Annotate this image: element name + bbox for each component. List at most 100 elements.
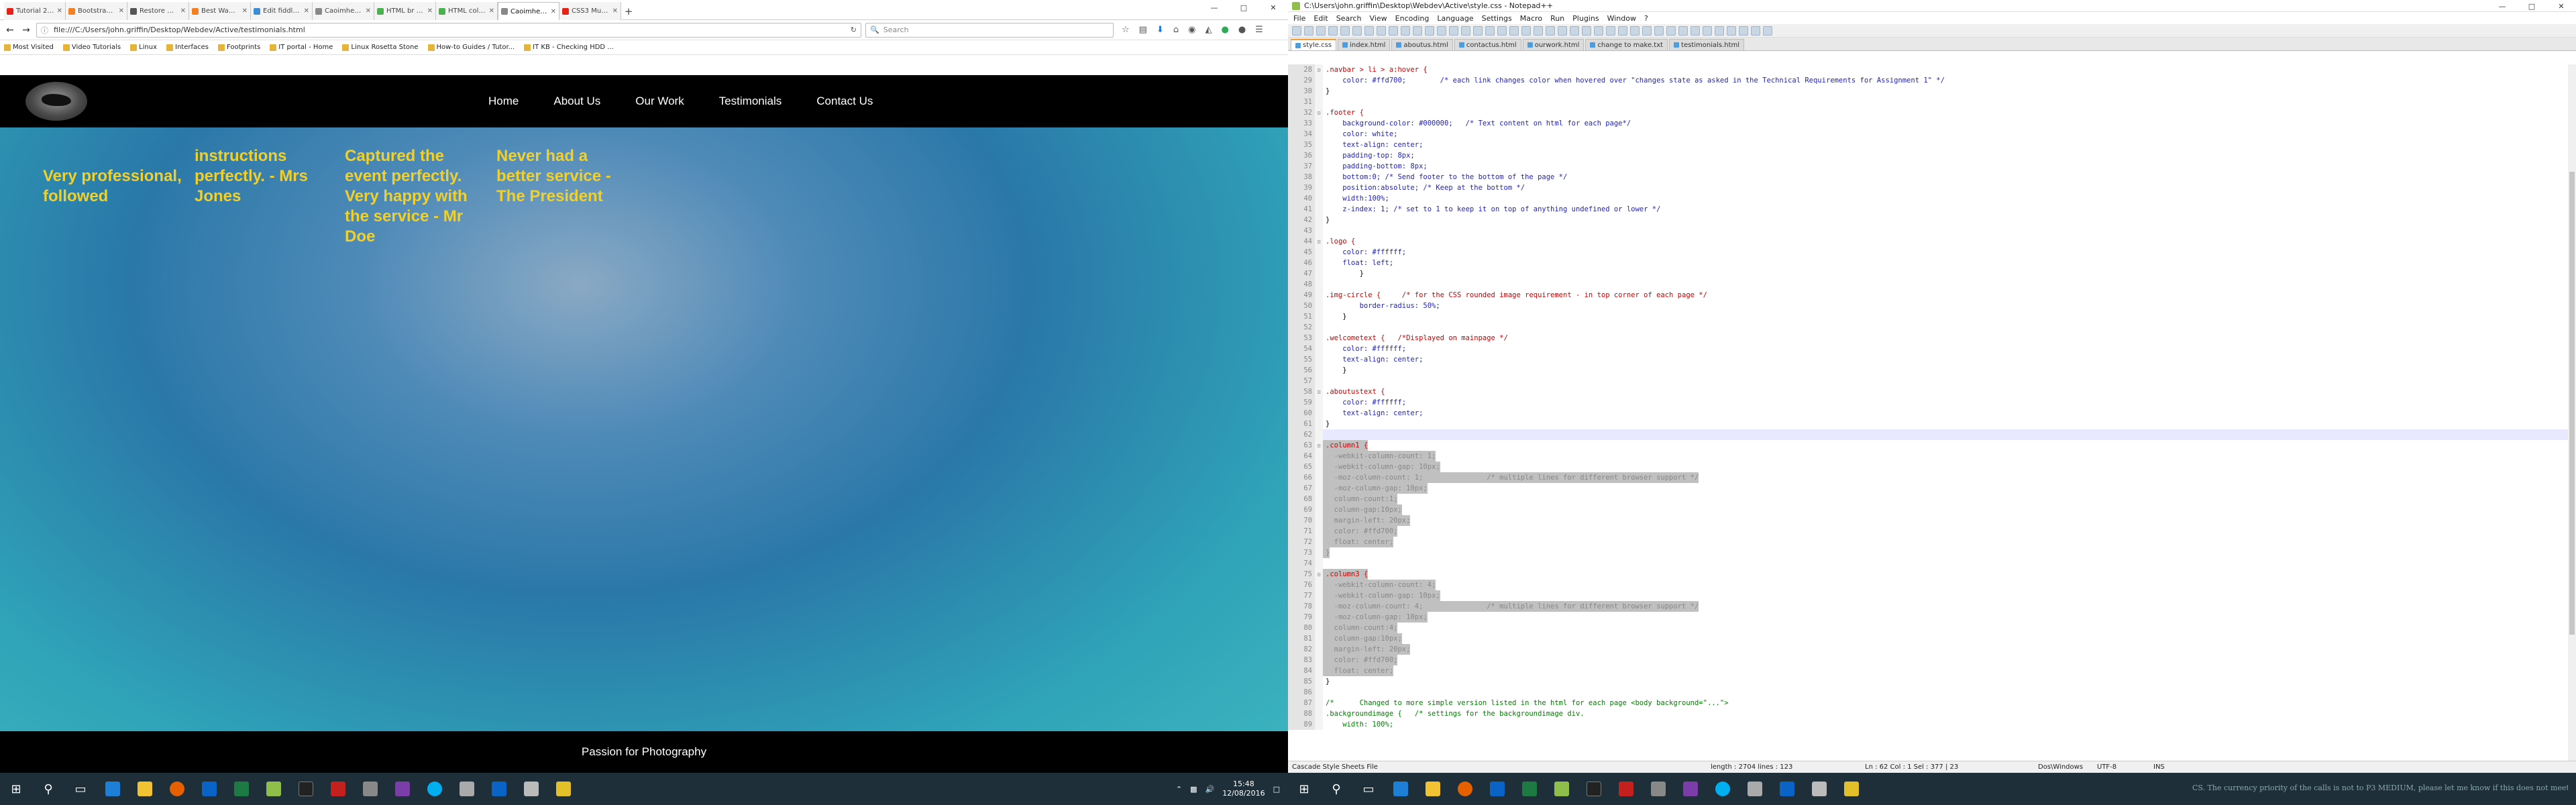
code-line[interactable]: 47 }	[1288, 268, 2568, 279]
bookmark-item[interactable]: Linux	[130, 44, 157, 51]
tab-close-icon[interactable]: ✕	[489, 7, 494, 15]
fold-marker[interactable]	[1315, 547, 1323, 558]
fold-marker[interactable]	[1315, 247, 1323, 258]
toolbar-button-icon[interactable]	[1739, 25, 1748, 36]
vertical-scrollbar[interactable]	[2568, 64, 2576, 761]
fold-marker[interactable]	[1315, 708, 1323, 719]
bookmark-item[interactable]: Interfaces	[166, 44, 209, 51]
fold-marker[interactable]	[1315, 268, 1323, 279]
fold-marker[interactable]	[1315, 86, 1323, 97]
npp-file-tab[interactable]: contactus.html	[1454, 39, 1521, 50]
bookmark-item[interactable]: Footprints	[217, 44, 260, 51]
fold-marker[interactable]	[1315, 665, 1323, 676]
addon-icon[interactable]: ●	[1221, 25, 1228, 35]
fold-marker[interactable]	[1315, 193, 1323, 204]
toolbar-button-icon[interactable]	[1678, 25, 1688, 36]
outlook-icon[interactable]	[193, 773, 225, 805]
excel-icon[interactable]	[1513, 773, 1546, 805]
fold-marker[interactable]	[1315, 333, 1323, 343]
tab-close-icon[interactable]: ✕	[612, 7, 618, 15]
search-input[interactable]: 🔍 Search	[865, 22, 1114, 38]
fold-marker[interactable]	[1315, 494, 1323, 504]
fold-marker[interactable]	[1315, 354, 1323, 365]
fold-marker[interactable]	[1315, 612, 1323, 623]
toolbar-button-icon[interactable]	[1401, 25, 1410, 36]
toolbar-button-icon[interactable]	[1606, 25, 1615, 36]
toolbar-button-icon[interactable]	[1497, 25, 1507, 36]
code-line[interactable]: 89 width: 100%;	[1288, 719, 2568, 730]
code-line[interactable]: 54 color: #ffffff;	[1288, 343, 2568, 354]
toolbar-button-icon[interactable]	[1751, 25, 1760, 36]
maximize-icon[interactable]: □	[2517, 0, 2546, 13]
toolbar-button-icon[interactable]	[1352, 25, 1362, 36]
edge-icon[interactable]	[97, 773, 129, 805]
toolbar-button-icon[interactable]	[1328, 25, 1338, 36]
onenote-icon[interactable]	[1674, 773, 1707, 805]
fold-marker[interactable]	[1315, 161, 1323, 172]
code-line[interactable]: 86	[1288, 687, 2568, 698]
code-line[interactable]: 41 z-index: 1; /* set to 1 to keep it on…	[1288, 204, 2568, 215]
start-icon[interactable]: ⊞	[1288, 773, 1320, 805]
fold-marker[interactable]	[1315, 687, 1323, 698]
code-editor[interactable]: 28 ⊟ .navbar > li > a:hover {29 color: #ff…	[1288, 64, 2568, 761]
toolbar-button-icon[interactable]	[1316, 25, 1326, 36]
code-line[interactable]: 68 column-count:1;	[1288, 494, 2568, 504]
code-line[interactable]: 55 text-align: center;	[1288, 354, 2568, 365]
notepad-icon[interactable]	[1835, 773, 1868, 805]
browser-tab[interactable]: HTML col align Attrib...✕	[436, 2, 498, 20]
explorer-icon[interactable]	[129, 773, 161, 805]
tab-close-icon[interactable]: ✕	[180, 7, 186, 15]
chevron-up-icon[interactable]: ⌃	[1176, 785, 1182, 794]
toolbar-button-icon[interactable]	[1461, 25, 1470, 36]
fold-marker[interactable]	[1315, 462, 1323, 472]
fold-marker[interactable]	[1315, 633, 1323, 644]
tab-close-icon[interactable]: ✕	[242, 7, 248, 15]
fold-marker[interactable]	[1315, 204, 1323, 215]
code-line[interactable]: 36 padding-top: 8px;	[1288, 150, 2568, 161]
npp-menu-item[interactable]: File	[1293, 14, 1305, 23]
edge-icon[interactable]	[1385, 773, 1417, 805]
notepadpp-icon[interactable]	[258, 773, 290, 805]
fold-marker[interactable]	[1315, 343, 1323, 354]
firefox-icon[interactable]	[161, 773, 193, 805]
app2-icon[interactable]	[451, 773, 483, 805]
code-line[interactable]: 64 -webkit-column-count: 1;	[1288, 451, 2568, 462]
clock[interactable]: 15:48 12/08/2016	[1222, 780, 1265, 798]
bookmark-item[interactable]: How-to Guides / Tutor...	[427, 44, 515, 51]
npp-menu-item[interactable]: Encoding	[1395, 14, 1430, 23]
code-line[interactable]: 45 color: #ffffff;	[1288, 247, 2568, 258]
code-line[interactable]: 80 column-count:4;	[1288, 623, 2568, 633]
toolbar-button-icon[interactable]	[1715, 25, 1724, 36]
fold-marker[interactable]	[1315, 258, 1323, 268]
start-icon[interactable]: ⊞	[0, 773, 32, 805]
toolbar-button-icon[interactable]	[1485, 25, 1495, 36]
toolbar-button-icon[interactable]	[1389, 25, 1398, 36]
fold-marker[interactable]	[1315, 150, 1323, 161]
toolbar-button-icon[interactable]	[1413, 25, 1422, 36]
bookmark-item[interactable]: IT KB - Checking HDD ...	[524, 44, 614, 51]
fold-marker[interactable]	[1315, 719, 1323, 730]
code-line[interactable]: 30}	[1288, 86, 2568, 97]
library-icon[interactable]: ▤	[1139, 25, 1147, 35]
tab-close-icon[interactable]: ✕	[427, 7, 433, 15]
fold-marker[interactable]	[1315, 365, 1323, 376]
onenote-icon[interactable]	[386, 773, 419, 805]
tab-close-icon[interactable]: ✕	[57, 7, 62, 15]
browser-tab[interactable]: Restore or repair your...✕	[127, 2, 189, 20]
browser-tab[interactable]: Tutorial 2 - Header B...✕	[4, 2, 66, 20]
task-view-icon[interactable]: ▭	[1352, 773, 1385, 805]
terminal-icon[interactable]	[290, 773, 322, 805]
fold-marker[interactable]	[1315, 590, 1323, 601]
fold-marker[interactable]	[1315, 129, 1323, 140]
browser-tab[interactable]: Caoimhe Phelan Photogr...✕	[498, 2, 559, 20]
code-line[interactable]: 57	[1288, 376, 2568, 386]
code-line[interactable]: 34 color: white;	[1288, 129, 2568, 140]
notification-icon[interactable]: □	[1273, 785, 1280, 794]
fold-marker[interactable]: ⊟	[1315, 440, 1323, 451]
npp-menu-item[interactable]: View	[1370, 14, 1387, 23]
toolbar-button-icon[interactable]	[1690, 25, 1700, 36]
fold-marker[interactable]	[1315, 623, 1323, 633]
npp-menu-item[interactable]: Language	[1437, 14, 1473, 23]
fold-marker[interactable]	[1315, 698, 1323, 708]
code-line[interactable]: 48	[1288, 279, 2568, 290]
